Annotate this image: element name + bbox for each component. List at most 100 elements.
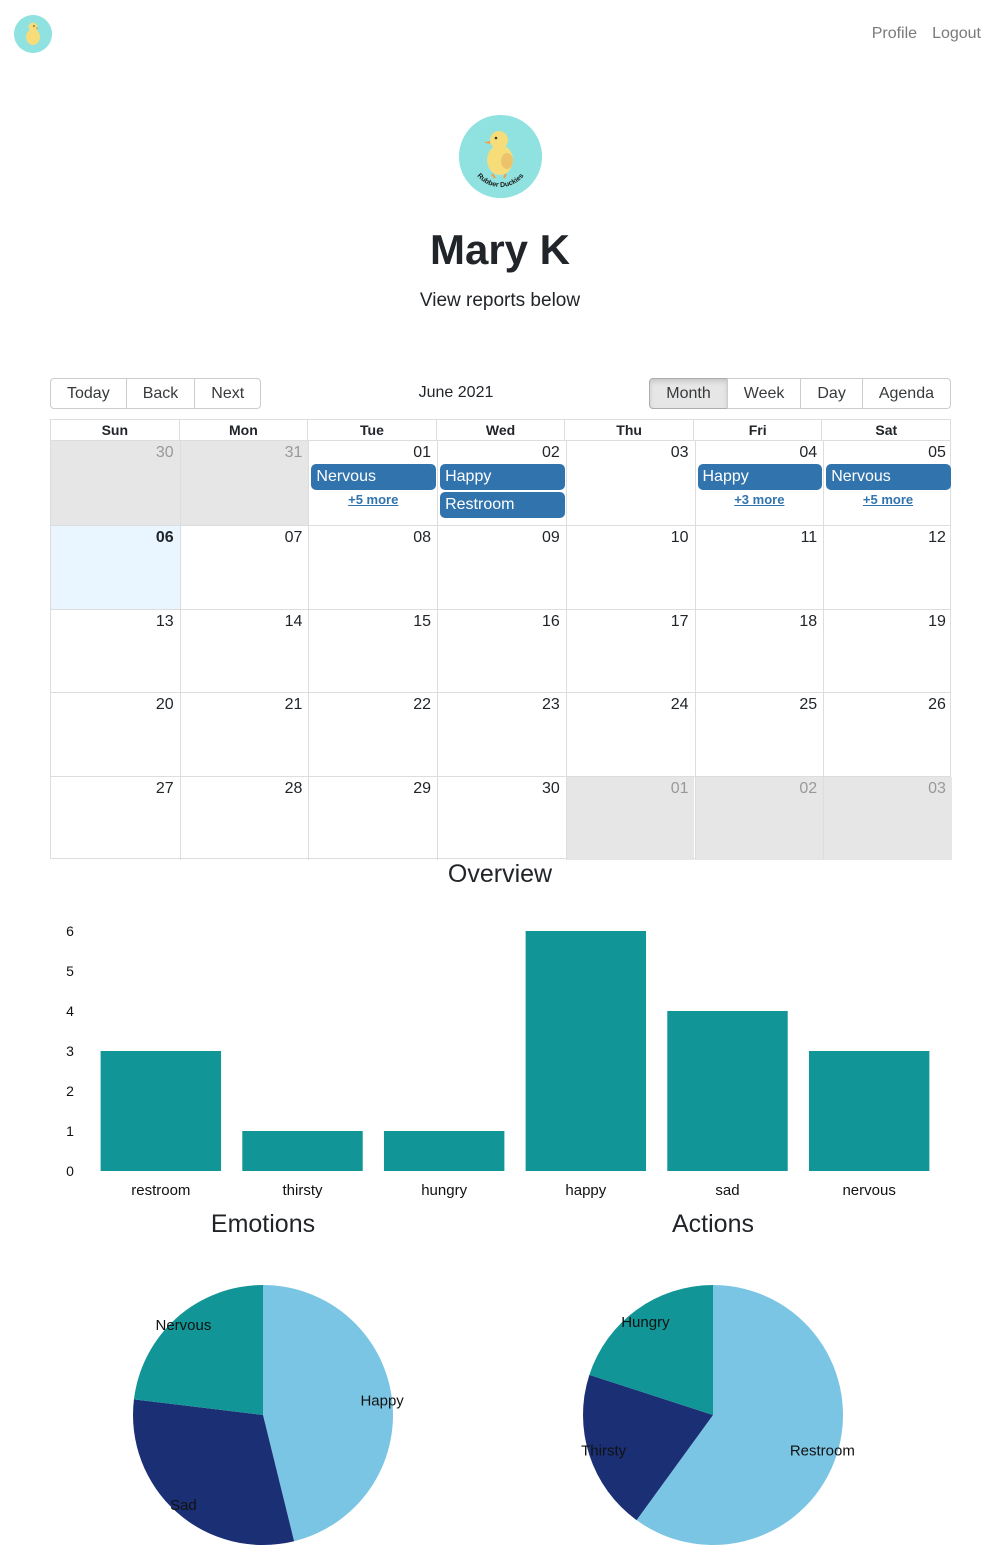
- date-label[interactable]: 13: [156, 613, 174, 631]
- date-label[interactable]: 11: [801, 529, 818, 547]
- date-label[interactable]: 22: [413, 696, 431, 714]
- day-cell[interactable]: 18: [694, 609, 824, 693]
- day-cell[interactable]: 20: [51, 693, 180, 776]
- date-label[interactable]: 18: [799, 613, 817, 631]
- day-cell[interactable]: 23: [437, 693, 566, 777]
- date-label[interactable]: 30: [156, 444, 174, 462]
- date-label[interactable]: 06: [156, 529, 174, 547]
- date-label[interactable]: 04: [799, 444, 817, 462]
- agenda-view-button[interactable]: Agenda: [861, 378, 951, 409]
- day-cell[interactable]: 30: [51, 441, 180, 525]
- weekday-sun: Sun: [101, 422, 129, 438]
- date-label[interactable]: 26: [928, 696, 946, 714]
- day-cell[interactable]: 19: [823, 609, 952, 693]
- week-view-button[interactable]: Week: [726, 378, 802, 409]
- date-label[interactable]: 17: [671, 613, 689, 631]
- date-label[interactable]: 02: [542, 444, 560, 462]
- day-cell[interactable]: 14: [179, 609, 309, 693]
- calendar-event[interactable]: Restroom: [440, 492, 565, 518]
- page-title: Mary K: [429, 226, 571, 273]
- date-label[interactable]: 29: [413, 780, 431, 798]
- day-view-button[interactable]: Day: [800, 378, 863, 409]
- actions-pie-chart: Restroom Thirsty Hungry: [581, 1285, 855, 1545]
- day-cell[interactable]: 10: [565, 525, 695, 609]
- logout-link[interactable]: Logout: [932, 25, 981, 43]
- calendar-event[interactable]: Nervous: [311, 464, 437, 490]
- calendar-toolbar: Today Back Next June 2021 Month Week Day…: [50, 378, 951, 409]
- day-cell[interactable]: 22: [308, 693, 437, 777]
- date-label[interactable]: 12: [928, 529, 946, 547]
- more-events-link[interactable]: +5 more: [824, 492, 952, 507]
- date-label[interactable]: 30: [542, 780, 560, 798]
- bar-hungry: [383, 1131, 505, 1171]
- day-cell[interactable]: 02: [694, 777, 824, 860]
- pie-label: Thirsty: [581, 1443, 627, 1460]
- date-label[interactable]: 07: [285, 529, 303, 547]
- day-cell[interactable]: 02 Happy Restroom: [437, 441, 566, 525]
- bar-sad: [667, 1011, 788, 1171]
- date-label[interactable]: 14: [285, 613, 303, 631]
- day-cell[interactable]: 04 Happy +3 more: [694, 441, 824, 525]
- day-cell[interactable]: 27: [51, 777, 180, 860]
- date-label[interactable]: 23: [542, 696, 560, 714]
- date-label[interactable]: 19: [928, 613, 946, 631]
- day-cell[interactable]: 07: [179, 525, 309, 609]
- week-row: 27 28 29 30 01 02 03: [51, 776, 952, 860]
- date-label[interactable]: 02: [799, 780, 817, 798]
- day-cell[interactable]: 05 Nervous +5 more: [823, 441, 952, 525]
- date-label[interactable]: 28: [285, 780, 303, 798]
- home-logo[interactable]: [14, 15, 52, 53]
- day-cell[interactable]: 25: [694, 693, 824, 777]
- day-cell[interactable]: 08: [308, 525, 437, 609]
- date-label[interactable]: 03: [928, 780, 946, 798]
- date-label[interactable]: 20: [156, 696, 174, 714]
- month-calendar: Sun Mon Tue Wed Thu Fri Sat 30 31 01 Ner…: [50, 419, 952, 860]
- x-tick-label: restroom: [131, 1182, 190, 1199]
- y-tick-label: 5: [66, 963, 74, 979]
- month-view-button[interactable]: Month: [649, 378, 728, 409]
- day-cell[interactable]: 11: [694, 525, 824, 609]
- day-cell[interactable]: 24: [565, 693, 695, 777]
- day-cell[interactable]: 01 Nervous +5 more: [308, 441, 437, 525]
- day-cell[interactable]: 28: [179, 777, 309, 860]
- day-cell[interactable]: 09: [437, 525, 566, 609]
- day-cell[interactable]: 21: [179, 693, 309, 777]
- date-label[interactable]: 01: [413, 444, 431, 462]
- calendar-event[interactable]: Happy: [440, 464, 565, 490]
- more-events-link[interactable]: +5 more: [309, 492, 437, 507]
- date-label[interactable]: 08: [413, 529, 431, 547]
- date-label[interactable]: 27: [156, 780, 174, 798]
- date-label[interactable]: 24: [671, 696, 689, 714]
- calendar-event[interactable]: Happy: [697, 464, 823, 490]
- x-tick-label: sad: [715, 1182, 739, 1199]
- date-label[interactable]: 10: [671, 529, 689, 547]
- x-tick-label: hungry: [421, 1182, 467, 1199]
- date-label[interactable]: 15: [413, 613, 431, 631]
- day-cell[interactable]: 13: [51, 610, 180, 693]
- day-cell[interactable]: 03: [823, 777, 952, 860]
- duck-avatar-icon: Rubber Duckies: [459, 115, 542, 198]
- more-events-link[interactable]: +3 more: [696, 492, 824, 507]
- calendar-event[interactable]: Nervous: [826, 464, 951, 490]
- date-label[interactable]: 31: [285, 444, 303, 462]
- date-label[interactable]: 01: [671, 780, 689, 798]
- day-cell[interactable]: 26: [823, 693, 952, 777]
- day-cell[interactable]: 29: [308, 777, 437, 860]
- day-cell[interactable]: 30: [437, 777, 566, 860]
- day-cell-today[interactable]: 06: [51, 525, 180, 609]
- date-label[interactable]: 16: [542, 613, 560, 631]
- day-cell[interactable]: 15: [308, 609, 437, 693]
- day-cell[interactable]: 01: [565, 777, 695, 860]
- day-cell[interactable]: 16: [437, 609, 566, 693]
- day-cell[interactable]: 17: [565, 609, 695, 693]
- profile-link[interactable]: Profile: [872, 25, 917, 43]
- bar-nervous: [808, 1051, 930, 1171]
- date-label[interactable]: 03: [671, 444, 689, 462]
- date-label[interactable]: 09: [542, 529, 560, 547]
- day-cell[interactable]: 12: [823, 525, 952, 609]
- day-cell[interactable]: 31: [179, 441, 309, 525]
- date-label[interactable]: 05: [928, 444, 946, 462]
- day-cell[interactable]: 03: [565, 441, 695, 525]
- date-label[interactable]: 25: [799, 696, 817, 714]
- date-label[interactable]: 21: [285, 696, 303, 714]
